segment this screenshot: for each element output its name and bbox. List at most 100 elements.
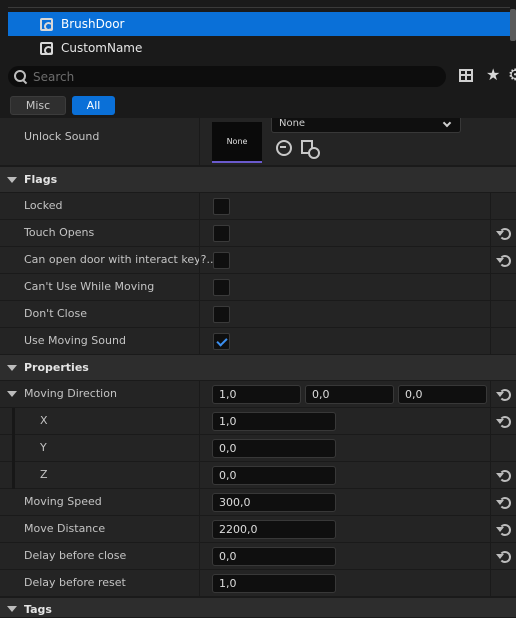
unlock-sound-row: Unlock Sound None None bbox=[0, 118, 516, 166]
reset-to-default-icon[interactable] bbox=[496, 522, 511, 536]
column-divider bbox=[199, 247, 200, 274]
column-divider bbox=[199, 220, 200, 247]
property-label: Locked bbox=[24, 199, 63, 212]
x-input[interactable]: 1,0 bbox=[212, 412, 336, 431]
property-row-x: X 1,0 bbox=[0, 408, 516, 435]
column-divider bbox=[199, 462, 200, 489]
search-icon bbox=[14, 70, 27, 83]
column-divider bbox=[490, 220, 491, 247]
property-row-delay-before-reset: Delay before reset 1,0 bbox=[0, 570, 516, 597]
moving-direction-x-input[interactable]: 1,0 bbox=[212, 385, 301, 404]
property-label: Y bbox=[40, 441, 47, 454]
property-label: Can open door with interact key?... bbox=[24, 253, 217, 266]
asset-thumbnail[interactable]: None bbox=[212, 122, 262, 163]
column-divider bbox=[199, 193, 200, 220]
expand-caret-icon bbox=[7, 177, 17, 183]
column-divider bbox=[199, 516, 200, 543]
dont-close-checkbox[interactable] bbox=[213, 306, 230, 323]
delay-before-close-input[interactable]: 0,0 bbox=[212, 547, 336, 566]
property-row-touch-opens: Touch Opens bbox=[0, 220, 516, 247]
property-label: Can't Use While Moving bbox=[24, 280, 155, 293]
column-divider bbox=[199, 570, 200, 597]
chevron-down-icon bbox=[442, 118, 452, 128]
column-divider bbox=[490, 462, 491, 489]
divider bbox=[8, 7, 510, 8]
component-icon bbox=[40, 17, 53, 31]
category-properties[interactable]: Properties bbox=[0, 355, 516, 381]
moving-speed-input[interactable]: 300,0 bbox=[212, 493, 336, 512]
reset-to-default-icon[interactable] bbox=[496, 226, 511, 240]
browse-asset-icon[interactable] bbox=[301, 140, 320, 159]
column-divider bbox=[199, 435, 200, 462]
column-divider bbox=[199, 381, 200, 408]
tree-item-label: BrushDoor bbox=[61, 17, 125, 31]
settings-gear-icon[interactable]: ⚙ bbox=[508, 65, 516, 85]
z-input[interactable]: 0,0 bbox=[212, 466, 336, 485]
expand-caret-icon[interactable] bbox=[7, 391, 17, 397]
column-divider bbox=[490, 381, 491, 408]
component-icon bbox=[40, 41, 53, 55]
asset-picker-dropdown[interactable]: None bbox=[271, 118, 461, 133]
cant-use-while-moving-checkbox[interactable] bbox=[213, 279, 230, 296]
column-divider bbox=[199, 301, 200, 328]
reset-to-default-icon[interactable] bbox=[496, 495, 511, 509]
tree-scrollbar[interactable] bbox=[510, 9, 516, 41]
column-divider bbox=[490, 408, 491, 435]
property-row-dont-close: Don't Close bbox=[0, 301, 516, 328]
search-bar bbox=[8, 66, 446, 87]
expand-caret-icon bbox=[7, 606, 17, 612]
reset-to-default-icon[interactable] bbox=[496, 414, 511, 428]
column-divider bbox=[490, 516, 491, 543]
property-matrix-icon[interactable] bbox=[459, 69, 473, 82]
moving-direction-z-input[interactable]: 0,0 bbox=[398, 385, 487, 404]
tree-item-label: CustomName bbox=[61, 41, 143, 55]
column-divider bbox=[490, 328, 491, 355]
filter-all-button[interactable]: All bbox=[72, 96, 115, 115]
delay-before-reset-input[interactable]: 1,0 bbox=[212, 574, 336, 593]
filter-misc-button[interactable]: Misc bbox=[10, 96, 66, 115]
search-input[interactable] bbox=[33, 69, 413, 84]
use-moving-sound-checkbox[interactable] bbox=[213, 333, 230, 350]
locked-checkbox[interactable] bbox=[213, 198, 230, 215]
column-divider bbox=[490, 274, 491, 301]
property-label: Unlock Sound bbox=[24, 130, 100, 143]
touch-opens-checkbox[interactable] bbox=[213, 225, 230, 242]
property-row-use-moving-sound: Use Moving Sound bbox=[0, 328, 516, 355]
column-divider bbox=[199, 489, 200, 516]
property-label: Moving Direction bbox=[24, 387, 117, 400]
moving-direction-y-input[interactable]: 0,0 bbox=[305, 385, 394, 404]
property-row-delay-before-close: Delay before close 0,0 bbox=[0, 543, 516, 570]
category-title: Properties bbox=[24, 361, 89, 374]
column-divider bbox=[490, 247, 491, 274]
property-row-cant-use-while-moving: Can't Use While Moving bbox=[0, 274, 516, 301]
property-label: X bbox=[40, 414, 48, 427]
tree-item-customname[interactable]: CustomName bbox=[8, 36, 510, 60]
property-label: Use Moving Sound bbox=[24, 334, 126, 347]
property-row-locked: Locked bbox=[0, 193, 516, 220]
category-flags[interactable]: Flags bbox=[0, 167, 516, 193]
column-divider bbox=[490, 570, 491, 597]
y-input[interactable]: 0,0 bbox=[212, 439, 336, 458]
column-divider bbox=[199, 543, 200, 570]
property-label: Delay before reset bbox=[24, 576, 126, 589]
favorites-star-icon[interactable]: ★ bbox=[486, 65, 500, 85]
asset-picker-value: None bbox=[279, 118, 306, 129]
column-divider bbox=[490, 301, 491, 328]
reset-to-default-icon[interactable] bbox=[496, 549, 511, 563]
tree-item-brushdoor[interactable]: BrushDoor bbox=[8, 12, 510, 36]
use-selected-asset-icon[interactable] bbox=[276, 140, 292, 156]
property-row-moving-speed: Moving Speed 300,0 bbox=[0, 489, 516, 516]
reset-to-default-icon[interactable] bbox=[496, 387, 511, 401]
column-divider bbox=[199, 274, 200, 301]
category-tags[interactable]: Tags bbox=[0, 598, 516, 618]
column-divider bbox=[199, 328, 200, 355]
category-title: Tags bbox=[24, 603, 52, 616]
component-tree: BrushDoor CustomName bbox=[0, 0, 516, 59]
property-label: Moving Speed bbox=[24, 495, 102, 508]
column-divider bbox=[199, 118, 200, 166]
interact-key-checkbox[interactable] bbox=[213, 252, 230, 269]
reset-to-default-icon[interactable] bbox=[496, 468, 511, 482]
reset-to-default-icon[interactable] bbox=[496, 253, 511, 267]
move-distance-input[interactable]: 2200,0 bbox=[212, 520, 336, 539]
expand-caret-icon bbox=[7, 365, 17, 371]
